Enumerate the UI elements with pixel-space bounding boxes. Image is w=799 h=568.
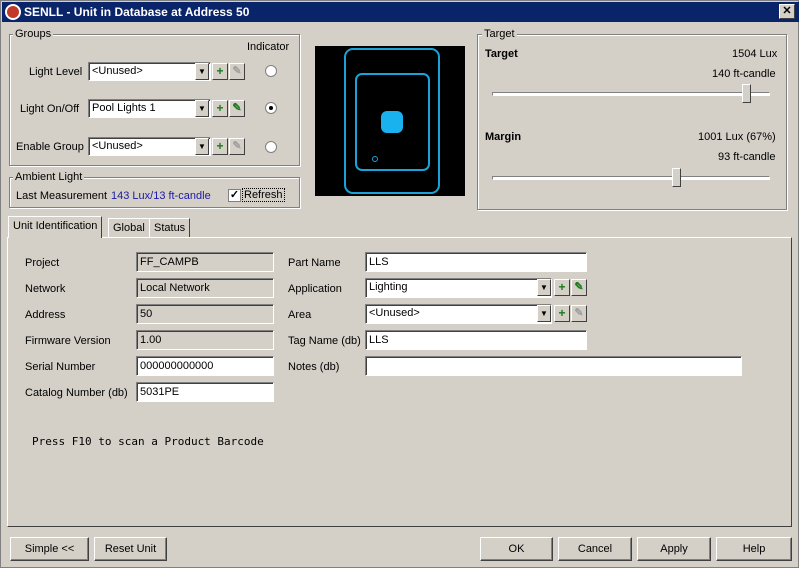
pencil-icon[interactable]: ✎ (571, 279, 587, 296)
chevron-down-icon[interactable]: ▼ (195, 63, 209, 80)
pencil-icon: ✎ (229, 138, 245, 155)
device-preview (315, 46, 465, 196)
tag-name-label: Tag Name (db) (288, 335, 361, 347)
target-fc-value: 140 ft-candle (712, 68, 776, 80)
light-level-select[interactable]: <Unused> (88, 62, 211, 81)
margin-fc-value: 93 ft-candle (718, 151, 776, 163)
margin-slider-thumb[interactable] (672, 168, 682, 187)
notes-input[interactable] (365, 356, 742, 376)
address-field: 50 (136, 304, 274, 324)
tag-name-input[interactable]: LLS (365, 330, 587, 350)
refresh-label[interactable]: Refresh (242, 188, 285, 202)
reset-unit-button[interactable]: Reset Unit (94, 537, 167, 561)
application-label: Application (288, 283, 342, 295)
target-slider-thumb[interactable] (742, 84, 752, 103)
pencil-icon: ✎ (571, 305, 587, 322)
tab-unit-identification[interactable]: Unit Identification (8, 216, 103, 238)
tab-status[interactable]: Status (149, 218, 191, 238)
dialog-window: SENLL - Unit in Database at Address 50 ✕… (0, 0, 799, 568)
tab-global[interactable]: Global (108, 218, 150, 238)
apply-button[interactable]: Apply (637, 537, 711, 561)
refresh-checkbox[interactable]: ✓ (228, 189, 241, 202)
barcode-hint: Press F10 to scan a Product Barcode (32, 435, 264, 448)
margin-label: Margin (485, 131, 522, 143)
help-button[interactable]: Help (716, 537, 792, 561)
plus-icon[interactable]: + (212, 138, 228, 155)
plus-icon[interactable]: + (212, 63, 228, 80)
sensor-dot (372, 156, 378, 162)
chevron-down-icon[interactable]: ▼ (195, 138, 209, 155)
enable-group-label: Enable Group (16, 141, 84, 153)
close-button[interactable]: ✕ (779, 4, 795, 19)
catalog-label: Catalog Number (db) (25, 387, 128, 399)
plus-icon[interactable]: + (212, 100, 228, 117)
last-measurement-label: Last Measurement (16, 190, 108, 202)
groups-legend: Groups (13, 28, 54, 40)
enable-group-indicator-radio[interactable] (265, 141, 277, 153)
notes-label: Notes (db) (288, 361, 340, 373)
firmware-label: Firmware Version (25, 335, 111, 347)
light-level-label: Light Level (29, 66, 83, 78)
pencil-icon[interactable]: ✎ (229, 100, 245, 117)
light-level-indicator-radio[interactable] (265, 65, 277, 77)
network-field: Local Network (136, 278, 274, 298)
light-onoff-indicator-radio[interactable] (265, 102, 277, 114)
network-label: Network (25, 283, 66, 295)
pencil-icon: ✎ (229, 63, 245, 80)
margin-slider-track[interactable] (492, 176, 770, 180)
project-field: FF_CAMPB (136, 252, 274, 272)
simple-button[interactable]: Simple << (10, 537, 89, 561)
chevron-down-icon[interactable]: ▼ (195, 100, 209, 117)
ambient-legend: Ambient Light (13, 171, 85, 183)
area-select[interactable]: <Unused> (365, 304, 552, 324)
enable-group-select[interactable]: <Unused> (88, 137, 211, 156)
margin-lux-value: 1001 Lux (67%) (698, 131, 776, 143)
serial-label: Serial Number (25, 361, 96, 373)
serial-number-input[interactable]: 000000000000 (136, 356, 274, 376)
plus-icon[interactable]: + (554, 305, 570, 322)
chevron-down-icon[interactable]: ▼ (537, 305, 551, 322)
catalog-number-input[interactable]: 5031PE (136, 382, 274, 402)
target-slider-track[interactable] (492, 92, 770, 96)
area-label: Area (288, 309, 312, 321)
led-indicator (381, 111, 403, 133)
target-box (477, 34, 787, 210)
light-onoff-select[interactable]: Pool Lights 1 (88, 99, 211, 118)
title-bar[interactable]: SENLL - Unit in Database at Address 50 ✕ (2, 2, 799, 22)
last-measurement-value: 143 Lux/13 ft-candle (111, 190, 211, 202)
app-logo-icon (5, 4, 21, 20)
light-onoff-label: Light On/Off (20, 103, 80, 115)
chevron-down-icon[interactable]: ▼ (537, 279, 551, 296)
part-name-label: Part Name (288, 257, 341, 269)
project-label: Project (25, 257, 60, 269)
address-label: Address (25, 309, 66, 321)
indicator-header: Indicator (247, 41, 290, 53)
device-preview-graphic (344, 48, 440, 194)
cancel-button[interactable]: Cancel (558, 537, 632, 561)
part-name-input[interactable]: LLS (365, 252, 587, 272)
application-select[interactable]: Lighting (365, 278, 552, 298)
firmware-field: 1.00 (136, 330, 274, 350)
ok-button[interactable]: OK (480, 537, 553, 561)
target-legend: Target (482, 28, 517, 40)
window-title: SENLL - Unit in Database at Address 50 (24, 5, 250, 19)
target-lux-value: 1504 Lux (732, 48, 778, 60)
plus-icon[interactable]: + (554, 279, 570, 296)
target-label: Target (485, 48, 518, 60)
